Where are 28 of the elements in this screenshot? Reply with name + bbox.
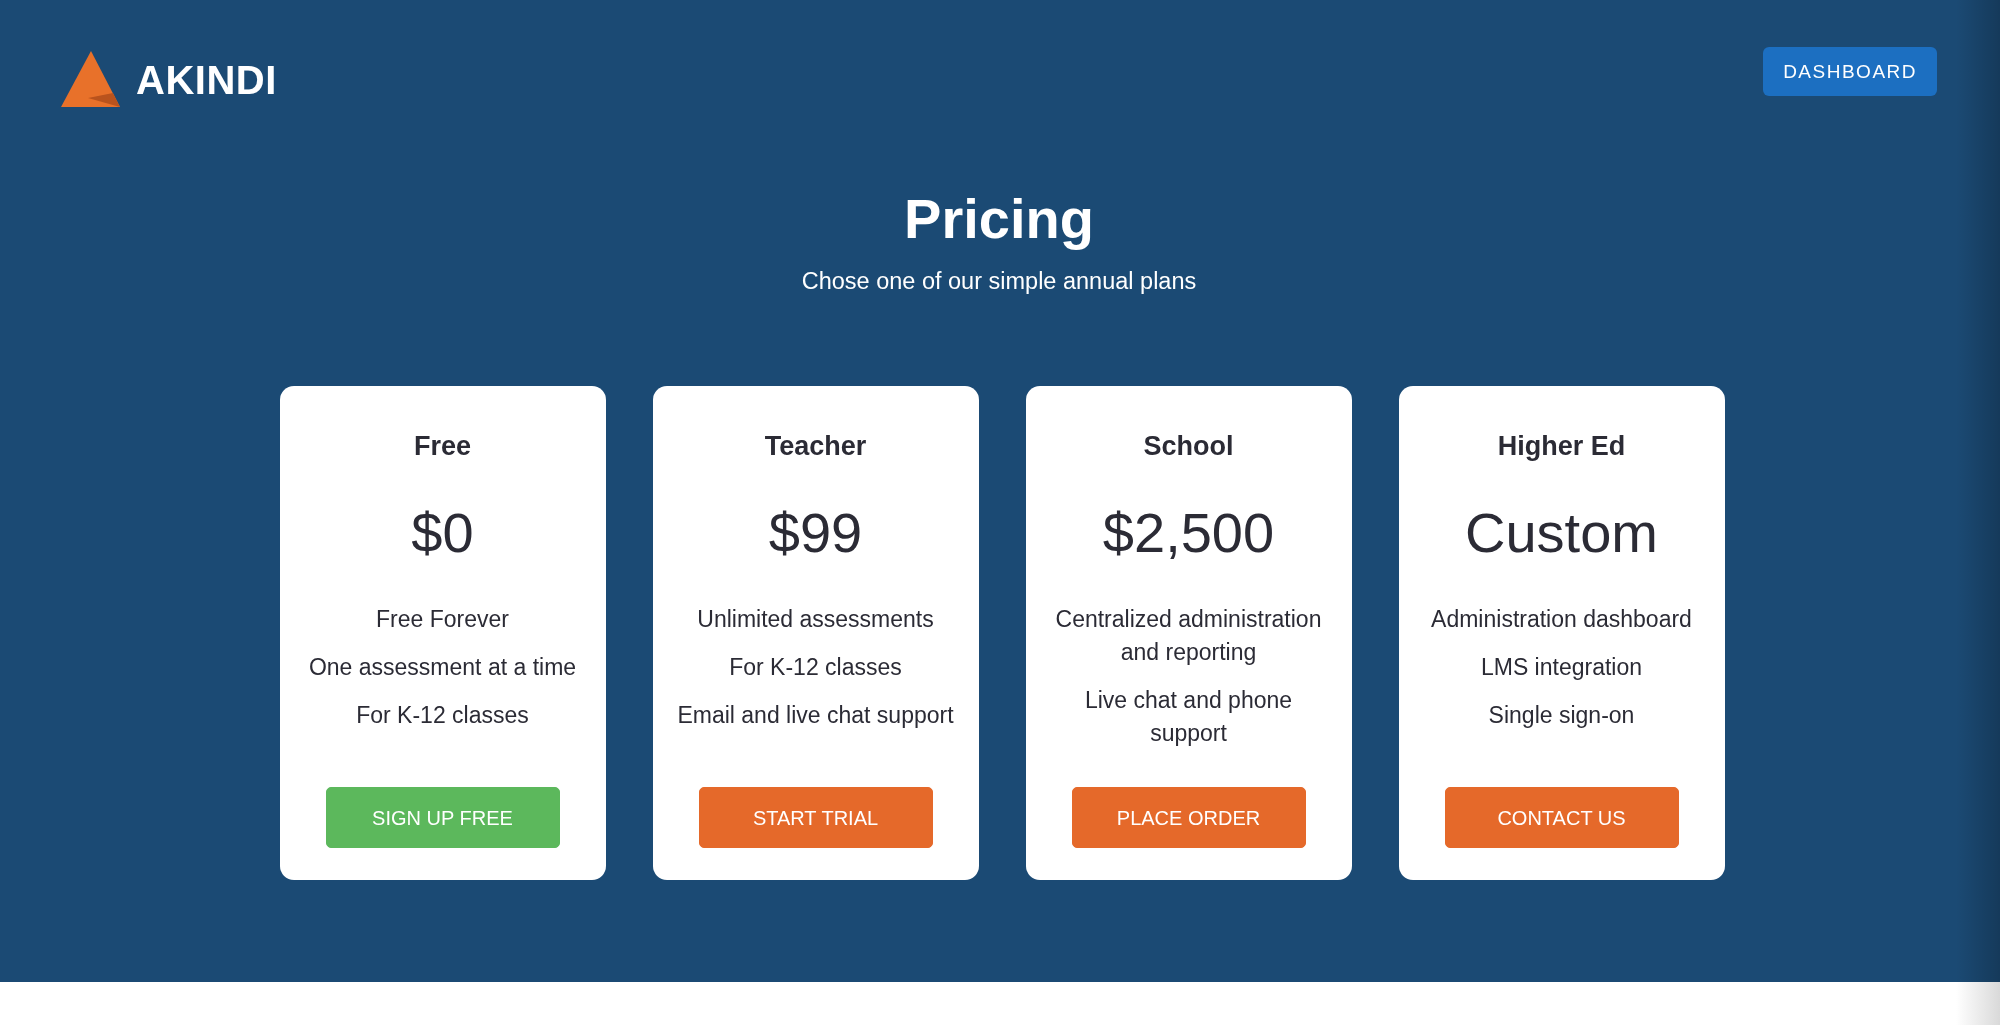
plan-price: $0 — [411, 500, 474, 566]
plan-action-button[interactable]: SIGN UP FREE — [325, 787, 560, 848]
plan-name: Free — [413, 430, 471, 462]
plan-name: Higher Ed — [1497, 430, 1626, 462]
plan-feature: Centralized administration and reporting — [1054, 605, 1323, 667]
plan-action-button[interactable]: START TRIAL — [698, 787, 933, 848]
brand-name: AKINDI — [136, 59, 277, 100]
plan-feature: For K-12 classes — [729, 653, 902, 682]
page-title: Pricing — [903, 186, 1095, 252]
triangle-logo-icon — [61, 51, 120, 108]
plan-feature: Unlimited assessments — [697, 605, 934, 634]
plan-price: Custom — [1465, 500, 1658, 566]
plan-action-button[interactable]: CONTACT US — [1444, 787, 1679, 848]
plan-action-button[interactable]: PLACE ORDER — [1071, 787, 1306, 848]
plan-feature: For K-12 classes — [356, 701, 529, 730]
plan-name: Teacher — [764, 430, 867, 462]
dashboard-button[interactable]: DASHBOARD — [1763, 47, 1937, 96]
plan-price: $99 — [768, 500, 863, 566]
plan-feature: Free Forever — [376, 605, 509, 634]
plan-feature: Email and live chat support — [677, 701, 954, 730]
plan-feature: Single sign-on — [1488, 701, 1635, 730]
plan-feature: Live chat and phone support — [1083, 686, 1294, 748]
page-subtitle: Chose one of our simple annual plans — [800, 267, 1198, 295]
plan-feature: LMS integration — [1480, 653, 1643, 682]
plan-price: $2,500 — [1102, 500, 1275, 566]
plan-name: School — [1143, 430, 1234, 462]
plan-feature: Administration dashboard — [1431, 605, 1692, 634]
plan-feature: One assessment at a time — [308, 653, 577, 682]
